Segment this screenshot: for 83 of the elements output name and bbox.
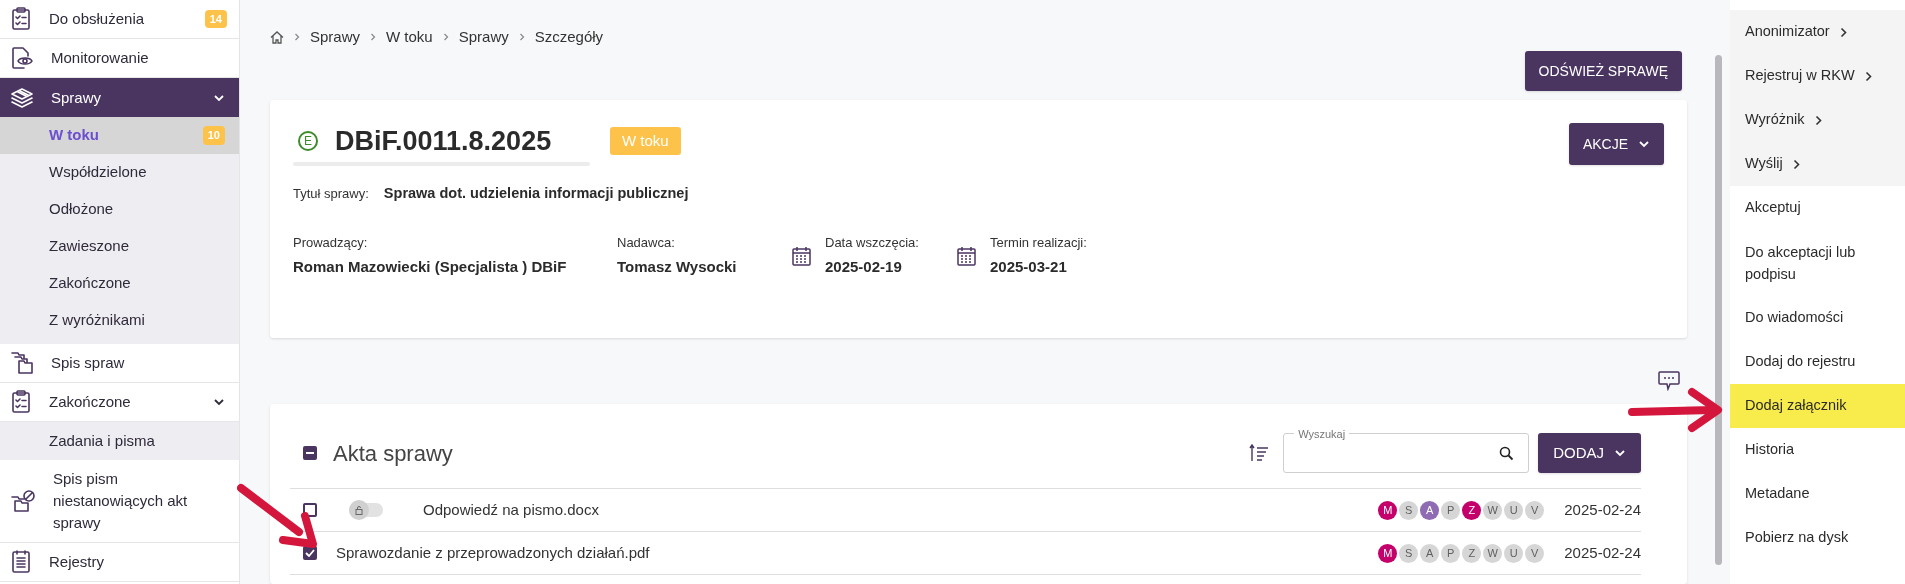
field-value: Tomasz Wysocki bbox=[617, 257, 737, 278]
breadcrumb-link[interactable]: W toku bbox=[386, 25, 433, 49]
status-badge: W toku bbox=[610, 126, 681, 156]
breadcrumb-link[interactable]: Sprawy bbox=[458, 25, 509, 49]
breadcrumb-link[interactable]: Szczegóły bbox=[534, 25, 604, 49]
sidebar-label: Spis spraw bbox=[51, 353, 126, 373]
field-value: Sprawa dot. udzielenia informacji publicznej bbox=[383, 184, 689, 203]
breadcrumb-link[interactable]: Sprawy bbox=[310, 25, 361, 49]
file-name[interactable]: Odpowiedź na pismo.docx bbox=[423, 498, 1379, 522]
scrollbar[interactable] bbox=[1715, 55, 1722, 565]
case-type-badge: E bbox=[298, 131, 318, 151]
sidebar-subitem[interactable]: Zawieszone bbox=[0, 228, 239, 265]
document-list-icon bbox=[10, 550, 32, 574]
folders-icon bbox=[10, 351, 34, 375]
sidebar-label: Z wyróżnikami bbox=[49, 310, 146, 331]
lock-icon bbox=[354, 505, 364, 515]
sidebar-label: Zakończone bbox=[49, 273, 132, 294]
sidebar-label: Zakończone bbox=[49, 392, 132, 412]
chevron-icon bbox=[1638, 140, 1650, 148]
add-button[interactable]: DODAJ bbox=[1538, 433, 1641, 473]
chat-icon[interactable] bbox=[1658, 371, 1680, 391]
section-title: Akta sprawy bbox=[333, 439, 454, 468]
sidebar-label: Odłożone bbox=[49, 199, 115, 220]
folder-blocked-icon bbox=[10, 489, 36, 513]
count-badge: 10 bbox=[202, 126, 225, 145]
field-value: Roman Mazowiecki (Specjalista ) DBiF bbox=[293, 257, 567, 278]
sidebar-item[interactable]: Sprawy bbox=[0, 78, 239, 117]
sidebar-label: Sprawy bbox=[51, 87, 103, 108]
separator-icon bbox=[442, 33, 449, 41]
field-label: Nadawca: bbox=[617, 233, 676, 252]
field-value: 2025-03-21 bbox=[990, 257, 1068, 278]
menu-item[interactable]: Dodaj załącznik bbox=[1730, 384, 1905, 428]
menu-item[interactable]: Anonimizator bbox=[1730, 10, 1905, 54]
menu-item[interactable]: Wyślij bbox=[1730, 142, 1905, 186]
sidebar-subitem[interactable]: Współdzielone bbox=[0, 154, 239, 191]
menu-item[interactable]: Rejestruj w RKW bbox=[1730, 54, 1905, 98]
sidebar-subitem[interactable]: W toku 10 bbox=[0, 117, 239, 154]
clipboard-check-icon bbox=[10, 7, 32, 31]
layers-icon bbox=[10, 86, 34, 109]
file-date: 2025-02-24 bbox=[1564, 499, 1641, 520]
separator-icon bbox=[370, 33, 377, 41]
sidebar-subitem[interactable]: Zadania i pisma bbox=[0, 422, 239, 460]
field-label: Tytuł sprawy: bbox=[293, 185, 369, 203]
field-label: Termin realizacji: bbox=[990, 233, 1087, 252]
sidebar-label: Monitorowanie bbox=[51, 48, 150, 68]
count-badge: 14 bbox=[204, 9, 227, 29]
eye-document-icon bbox=[10, 46, 34, 70]
sidebar-subitem[interactable]: Z wyróżnikami bbox=[0, 302, 239, 339]
checkbox[interactable] bbox=[303, 503, 317, 517]
field-value: 2025-02-19 bbox=[825, 257, 903, 278]
sidebar-subitem[interactable]: Zakończone bbox=[0, 265, 239, 302]
lock-toggle[interactable] bbox=[349, 503, 383, 517]
chevron-right-icon bbox=[1814, 114, 1822, 126]
calendar-icon bbox=[957, 245, 976, 266]
sidebar-label: Do obsłużenia bbox=[49, 9, 146, 29]
menu-item[interactable]: Wyróżnik bbox=[1730, 98, 1905, 142]
select-all-checkbox[interactable] bbox=[303, 446, 317, 460]
sidebar-label: Zadania i pisma bbox=[49, 430, 156, 451]
file-name[interactable]: Sprawozdanie z przeprowadzonych działań.pdf bbox=[336, 541, 1379, 565]
case-number: DBiF.0011.8.2025 bbox=[335, 124, 553, 158]
chevron-icon[interactable] bbox=[213, 398, 225, 406]
home-icon[interactable] bbox=[270, 30, 284, 44]
actions-button[interactable]: AKCJE bbox=[1568, 123, 1664, 165]
search-icon bbox=[1499, 445, 1515, 461]
field-label: Prowadzący: bbox=[293, 233, 369, 252]
sidebar-label: Zawieszone bbox=[49, 236, 131, 257]
chevron-right-icon bbox=[1792, 158, 1800, 170]
clipboard-check-icon bbox=[10, 390, 32, 414]
sidebar-label: Współdzielone bbox=[49, 162, 148, 183]
chevron-right-icon bbox=[1839, 26, 1847, 38]
sidebar-label: W toku bbox=[49, 125, 100, 146]
chevron-right-icon bbox=[1864, 70, 1872, 82]
field-label: Data wszczęcia: bbox=[825, 233, 919, 252]
sort-icon[interactable] bbox=[1249, 444, 1270, 462]
sidebar-subitem[interactable]: Odłożone bbox=[0, 191, 239, 228]
chevron-icon bbox=[1614, 449, 1626, 457]
file-date: 2025-02-24 bbox=[1564, 542, 1641, 563]
separator-icon bbox=[518, 33, 525, 41]
calendar-icon bbox=[792, 245, 811, 266]
sidebar-label: Rejestry bbox=[49, 552, 105, 572]
refresh-button[interactable]: ODŚWIEŻ SPRAWĘ bbox=[1524, 51, 1682, 91]
sidebar-label: Spis pism niestanowiących akt sprawy bbox=[53, 469, 189, 533]
separator-icon bbox=[294, 33, 300, 41]
